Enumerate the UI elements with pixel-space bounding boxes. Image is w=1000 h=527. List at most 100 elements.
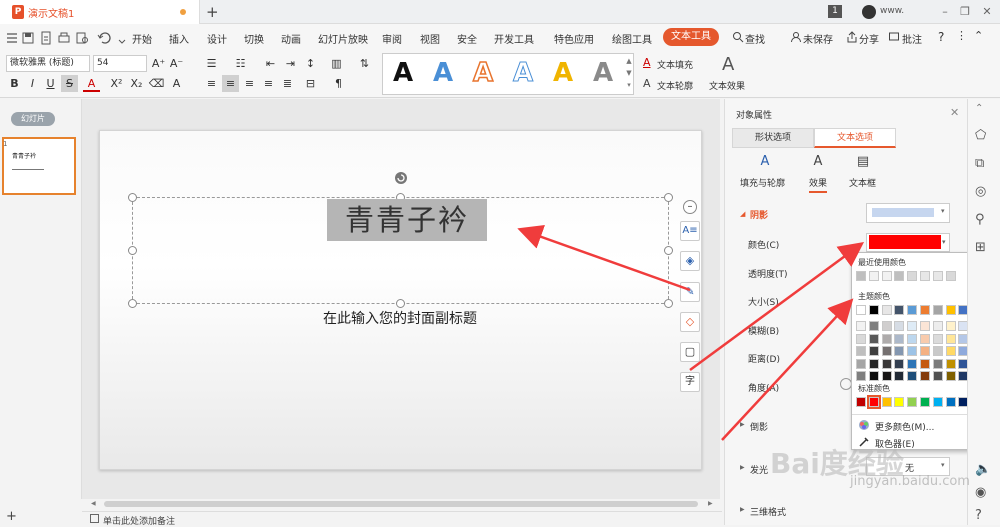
theme-shade-swatch[interactable] [894, 371, 905, 381]
reflection-section-header[interactable]: 倒影 [750, 420, 768, 433]
new-tab-button[interactable]: + [206, 3, 219, 21]
paragraph-icon[interactable]: ¶ [330, 75, 347, 92]
subtab-fill-outline[interactable]: 填充与轮廓 [740, 176, 785, 189]
more-options-icon[interactable]: ⋮ [956, 29, 967, 42]
numbering-icon[interactable]: ☷ [232, 55, 249, 72]
resize-handle[interactable] [128, 299, 137, 308]
add-slide-icon[interactable]: + [6, 509, 17, 524]
table-icon[interactable]: ⊞ [975, 240, 991, 256]
text-effect-button[interactable]: 文本效果 [709, 79, 745, 92]
close-window-button[interactable]: ✕ [977, 3, 997, 21]
menu-home[interactable]: 开始 [132, 31, 152, 46]
resize-handle[interactable] [396, 299, 405, 308]
recent-color-swatch[interactable] [932, 271, 943, 281]
theme-shade-swatch[interactable] [945, 333, 956, 344]
avatar[interactable] [862, 5, 876, 19]
text-style-preset[interactable]: A [588, 58, 618, 88]
align-center-icon[interactable]: ≡ [222, 75, 239, 92]
close-icon[interactable]: ✕ [950, 106, 959, 119]
theme-shade-swatch[interactable] [920, 321, 930, 331]
subtab-effects[interactable]: 效果 [809, 176, 828, 193]
theme-shade-swatch[interactable] [932, 321, 943, 331]
theme-color-swatch[interactable] [907, 305, 918, 315]
standard-color-swatch[interactable] [932, 397, 943, 407]
volume-icon[interactable]: 🔈 [975, 462, 991, 478]
resize-handle[interactable] [128, 193, 137, 202]
theme-shade-swatch[interactable] [907, 371, 918, 381]
save-icon[interactable] [20, 30, 36, 46]
redo-icon[interactable] [114, 30, 130, 46]
theme-shade-swatch[interactable] [868, 346, 879, 356]
theme-shade-swatch[interactable] [932, 358, 943, 369]
strikethrough-button[interactable]: S [61, 75, 78, 92]
help-circle-icon[interactable]: ? [975, 508, 991, 524]
3d-format-section-header[interactable]: 三维格式 [750, 505, 786, 518]
brand-icon[interactable]: ◉ [975, 485, 991, 501]
theme-shade-swatch[interactable] [856, 321, 866, 331]
theme-shade-swatch[interactable] [945, 358, 956, 369]
subscript-icon[interactable]: X₂ [128, 75, 145, 92]
print-icon[interactable] [56, 30, 72, 46]
resize-handle[interactable] [664, 299, 673, 308]
resize-handle[interactable] [664, 246, 673, 255]
theme-shade-swatch[interactable] [881, 371, 892, 381]
document-tab[interactable]: P 演示文稿1 [0, 0, 200, 24]
text-style-preset[interactable]: A [468, 57, 498, 89]
theme-shade-swatch[interactable] [894, 333, 905, 344]
resize-handle[interactable] [128, 246, 137, 255]
theme-shade-swatch[interactable] [907, 358, 918, 369]
slide-subtitle[interactable]: 在此输入您的封面副标题 [250, 308, 550, 328]
char-spacing-icon[interactable]: A [168, 75, 185, 92]
collapse-triangle-icon[interactable]: ▶ [740, 464, 745, 471]
theme-shade-swatch[interactable] [856, 346, 866, 356]
save-status-button[interactable]: 未保存 [803, 31, 833, 46]
share-button[interactable]: 分享 [859, 31, 879, 46]
theme-shade-swatch[interactable] [932, 346, 943, 356]
notes-input[interactable]: 单击此处添加备注 [103, 514, 175, 527]
fill-bucket-icon[interactable]: ◇ [680, 312, 700, 332]
layers-icon[interactable]: ◈ [680, 251, 700, 271]
panel-title[interactable]: 对象属性 [736, 108, 772, 121]
font-color-icon[interactable]: A [83, 75, 100, 92]
frame-icon[interactable]: ▢ [680, 342, 700, 362]
export-pdf-icon[interactable] [38, 30, 54, 46]
standard-color-swatch[interactable] [920, 397, 930, 407]
standard-color-swatch[interactable] [856, 397, 866, 407]
menu-special[interactable]: 特色应用 [554, 31, 594, 46]
expand-triangle-icon[interactable]: ◢ [740, 210, 745, 218]
theme-shade-swatch[interactable] [894, 321, 905, 331]
menu-design[interactable]: 设计 [207, 31, 227, 46]
theme-shade-swatch[interactable] [907, 333, 918, 344]
theme-shade-swatch[interactable] [856, 333, 866, 344]
menu-insert[interactable]: 插入 [169, 31, 189, 46]
template-icon[interactable]: ◎ [975, 184, 991, 200]
scrollbar-thumb[interactable] [104, 501, 698, 507]
collapse-toolbar-icon[interactable]: – [683, 200, 697, 214]
textbox-icon[interactable]: ▤ [853, 154, 873, 170]
copy-icon[interactable]: ⧉ [975, 156, 991, 172]
text-fill-button[interactable]: 文本填充 [657, 58, 693, 71]
font-size-select[interactable]: 54 [93, 55, 147, 72]
theme-shade-swatch[interactable] [907, 346, 918, 356]
menu-developer[interactable]: 开发工具 [494, 31, 534, 46]
theme-shade-swatch[interactable] [932, 333, 943, 344]
recent-color-swatch[interactable] [856, 271, 866, 281]
user-name[interactable]: www. [880, 6, 904, 16]
increase-indent-icon[interactable]: ⇥ [282, 55, 299, 72]
theme-shade-swatch[interactable] [945, 321, 956, 331]
pin-icon[interactable]: ⌃ [975, 103, 991, 119]
vertical-align-icon[interactable]: ⊟ [302, 75, 319, 92]
distribute-icon[interactable]: ≣ [279, 75, 296, 92]
minimize-button[interactable]: – [935, 3, 955, 21]
theme-shade-swatch[interactable] [920, 346, 930, 356]
more-colors-button[interactable]: 更多颜色(M)... [875, 420, 934, 433]
theme-shade-swatch[interactable] [894, 346, 905, 356]
theme-shade-swatch[interactable] [907, 321, 918, 331]
shrink-font-icon[interactable]: A⁻ [168, 55, 185, 72]
restore-button[interactable]: ❐ [955, 3, 975, 21]
align-left-icon[interactable]: ≡ [203, 75, 220, 92]
theme-color-swatch[interactable] [868, 305, 879, 315]
font-name-select[interactable]: 微软雅黑 (标题) [6, 55, 90, 72]
effects-icon[interactable]: A [808, 154, 828, 170]
menu-view[interactable]: 视图 [420, 31, 440, 46]
